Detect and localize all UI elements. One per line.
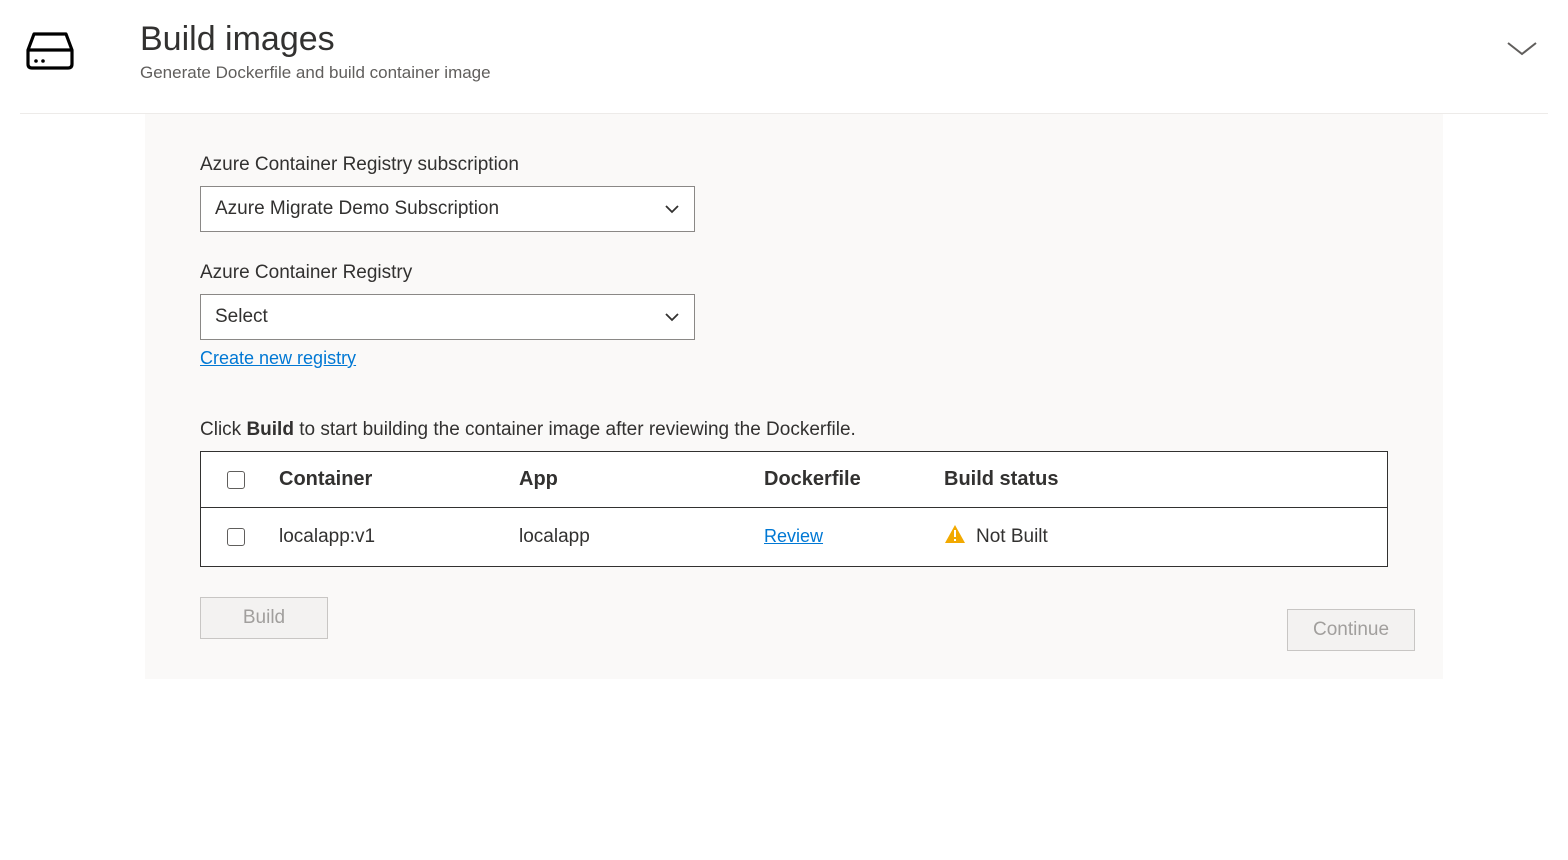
chevron-down-icon bbox=[1504, 38, 1540, 58]
chevron-down-icon bbox=[664, 306, 680, 328]
build-button[interactable]: Build bbox=[200, 597, 328, 639]
container-table: Container App Dockerfile Build status lo… bbox=[200, 451, 1388, 567]
select-all-checkbox[interactable] bbox=[227, 471, 245, 489]
collapse-toggle[interactable] bbox=[1496, 30, 1548, 71]
status-text: Not Built bbox=[976, 526, 1048, 548]
instruction-post: to start building the container image af… bbox=[294, 419, 856, 440]
subscription-select[interactable]: Azure Migrate Demo Subscription bbox=[200, 186, 695, 232]
instruction-pre: Click bbox=[200, 419, 246, 440]
page-title: Build images bbox=[140, 20, 1436, 59]
review-dockerfile-link[interactable]: Review bbox=[764, 526, 823, 547]
warning-icon bbox=[944, 524, 966, 550]
th-container: Container bbox=[271, 452, 511, 507]
table-header-row: Container App Dockerfile Build status bbox=[201, 452, 1387, 508]
build-instruction: Click Build to start building the contai… bbox=[200, 419, 1388, 441]
disk-icon bbox=[20, 28, 80, 77]
th-app: App bbox=[511, 452, 756, 507]
th-dockerfile: Dockerfile bbox=[756, 452, 936, 507]
subscription-label: Azure Container Registry subscription bbox=[200, 154, 1388, 176]
instruction-bold: Build bbox=[246, 419, 294, 440]
td-container: localapp:v1 bbox=[271, 510, 511, 564]
registry-label: Azure Container Registry bbox=[200, 262, 1388, 284]
table-row: localapp:v1 localapp Review bbox=[201, 508, 1387, 566]
registry-select[interactable]: Select bbox=[200, 294, 695, 340]
main-panel: Azure Container Registry subscription Az… bbox=[145, 114, 1443, 679]
page-subtitle: Generate Dockerfile and build container … bbox=[140, 63, 1436, 83]
registry-value: Select bbox=[215, 306, 268, 328]
subscription-value: Azure Migrate Demo Subscription bbox=[215, 198, 499, 220]
row-checkbox[interactable] bbox=[227, 528, 245, 546]
th-status: Build status bbox=[936, 452, 1387, 507]
continue-button[interactable]: Continue bbox=[1287, 609, 1415, 651]
page-header: Build images Generate Dockerfile and bui… bbox=[20, 20, 1548, 114]
chevron-down-icon bbox=[664, 198, 680, 220]
create-registry-link[interactable]: Create new registry bbox=[200, 348, 356, 369]
td-app: localapp bbox=[511, 510, 756, 564]
